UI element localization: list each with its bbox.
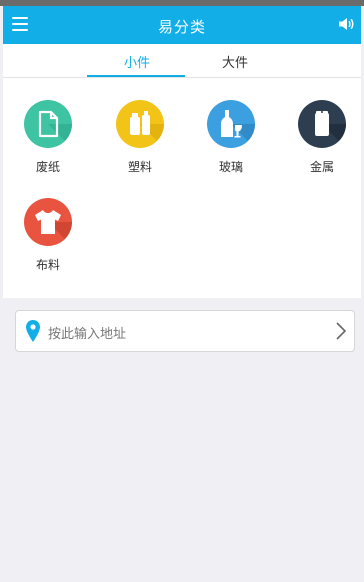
speaker-icon[interactable] (337, 15, 355, 33)
category-plastic[interactable]: 塑料 (110, 100, 170, 175)
category-label: 塑料 (127, 160, 152, 174)
location-pin-icon (26, 320, 40, 342)
category-paper[interactable]: 废纸 (18, 100, 78, 175)
tshirt-icon (24, 198, 72, 246)
category-fabric[interactable]: 布料 (18, 198, 78, 273)
address-placeholder: 按此输入地址 (48, 327, 127, 342)
glass-bottle-icon (207, 100, 255, 148)
category-label: 玻璃 (218, 160, 243, 174)
tab-large-items[interactable]: 大件 (222, 52, 248, 71)
chevron-right-icon (336, 322, 346, 340)
category-label: 金属 (309, 160, 334, 174)
category-label: 废纸 (35, 160, 60, 174)
active-tab-indicator (87, 75, 185, 77)
category-metal[interactable]: 金属 (292, 100, 352, 175)
category-tabs: 小件 大件 (3, 44, 361, 78)
category-grid: 废纸 塑料 玻璃 金属 布料 (3, 78, 361, 298)
category-glass[interactable]: 玻璃 (201, 100, 261, 175)
tab-small-items[interactable]: 小件 (124, 52, 150, 71)
address-input[interactable]: 按此输入地址 (15, 310, 355, 352)
paper-icon (24, 100, 72, 148)
plastic-bottle-icon (116, 100, 164, 148)
page-title: 易分类 (157, 18, 206, 36)
app-header: 易分类 (3, 6, 361, 44)
category-label: 布料 (35, 258, 60, 272)
can-icon (298, 100, 346, 148)
